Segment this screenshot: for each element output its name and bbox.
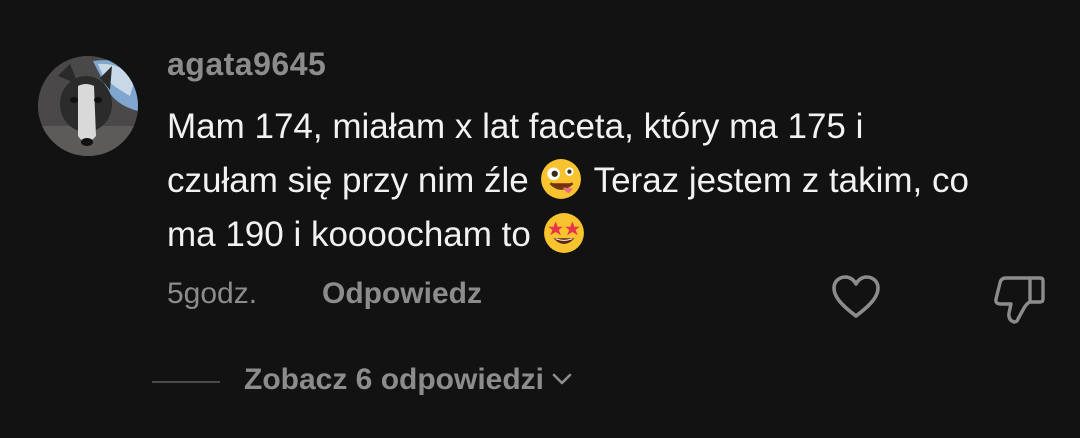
avatar[interactable] (38, 56, 138, 156)
heart-outline-icon (832, 275, 880, 318)
chevron-down-icon (552, 373, 572, 385)
comment-text-line-3: ma 190 i koooocham to (167, 208, 1057, 262)
dislike-button[interactable] (992, 272, 1046, 326)
star-struck-emoji (543, 213, 584, 253)
view-replies-label: Zobacz 6 odpowiedzi (244, 363, 545, 396)
comment-text-line-1: Mam 174, miałam x lat faceta, który ma 1… (167, 100, 1057, 154)
divider (152, 381, 220, 383)
username[interactable]: agata9645 (167, 46, 326, 83)
comment-text-line-2: czułam się przy nim źle Teraz jestem z t… (167, 154, 1057, 208)
view-replies-button[interactable]: Zobacz 6 odpowiedzi (244, 363, 574, 397)
reply-button[interactable]: Odpowiedz (322, 277, 482, 311)
dog-avatar-image (38, 56, 138, 156)
timestamp: 5godz. (167, 277, 258, 310)
comment-text: Mam 174, miałam x lat faceta, który ma 1… (167, 100, 1057, 262)
comment-text-segment: ma 190 i koooocham to (167, 215, 541, 254)
comment-text-segment: czułam się przy nim źle (167, 161, 539, 200)
comment-text-segment: Mam 174, miałam x lat faceta, który ma 1… (167, 107, 864, 146)
comment-text-segment: Teraz jestem z takim, co (584, 161, 969, 200)
zany-face-emoji (541, 159, 582, 199)
like-button[interactable] (830, 272, 882, 324)
thumbs-down-outline-icon (994, 276, 1045, 324)
comment-item: agata9645 Mam 174, miałam x lat faceta, … (0, 0, 1080, 438)
